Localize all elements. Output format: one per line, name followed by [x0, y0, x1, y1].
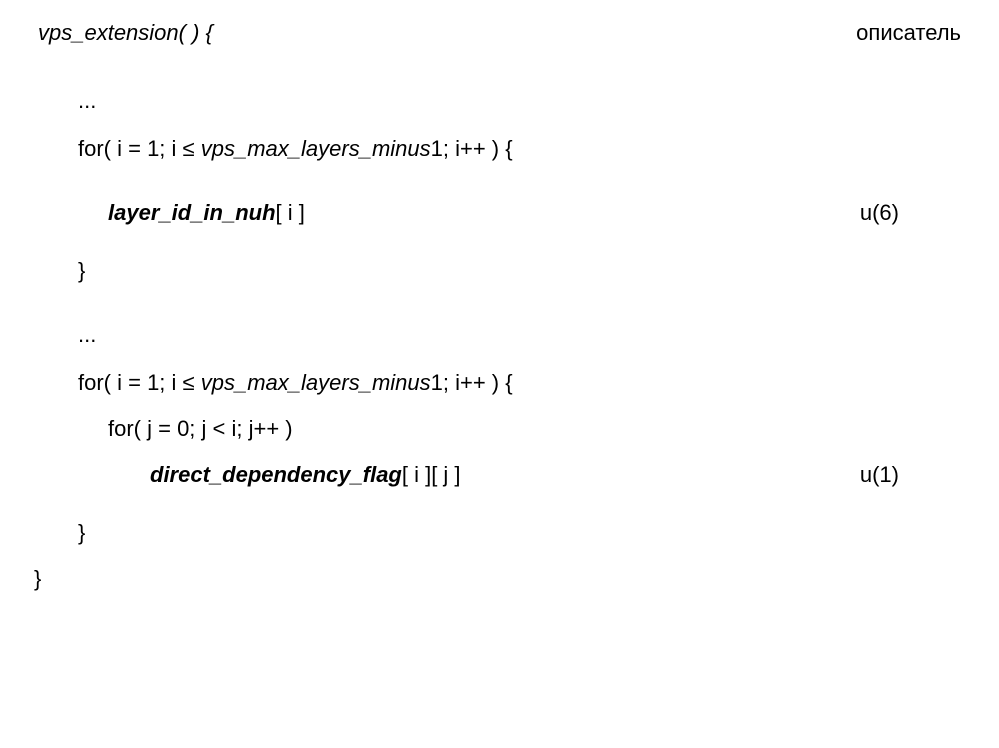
close-brace-1a: }	[30, 258, 969, 286]
close-brace-2: }	[30, 520, 969, 548]
for-loop-1-code: for( i = 1; i ≤ vps_max_layers_minus1; i…	[30, 136, 513, 162]
for-loop-2-code: for( i = 1; i ≤ vps_max_layers_minus1; i…	[30, 370, 513, 396]
for-loop-j: for( j = 0; j < i; j++ )	[30, 416, 969, 444]
direct-dependency-line: direct_dependency_flag[ i ][ j ] u(1)	[30, 462, 969, 490]
for-loop-2: for( i = 1; i ≤ vps_max_layers_minus1; i…	[30, 370, 969, 398]
close-brace-2-text: }	[30, 520, 85, 546]
close-brace-final-text: }	[30, 566, 41, 592]
direct-dependency-code: direct_dependency_flag[ i ][ j ]	[30, 462, 461, 488]
descriptor-u6: u(6)	[860, 200, 969, 226]
ellipsis-line-1: ...	[30, 88, 969, 114]
close-brace-final: }	[30, 566, 969, 594]
descriptor-u1: u(1)	[860, 462, 969, 488]
ellipsis-line-2: ...	[30, 322, 969, 348]
layer-id-line: layer_id_in_nuh[ i ] u(6)	[30, 200, 969, 228]
function-signature: vps_extension( ) {	[30, 20, 213, 46]
header-row: vps_extension( ) { описатель	[30, 20, 969, 46]
close-brace-1a-text: }	[30, 258, 85, 284]
for-loop-j-code: for( j = 0; j < i; j++ )	[30, 416, 293, 442]
layer-id-code: layer_id_in_nuh[ i ]	[30, 200, 305, 226]
descriptor-column-header: описатель	[856, 20, 969, 46]
for-loop-1: for( i = 1; i ≤ vps_max_layers_minus1; i…	[30, 136, 969, 164]
